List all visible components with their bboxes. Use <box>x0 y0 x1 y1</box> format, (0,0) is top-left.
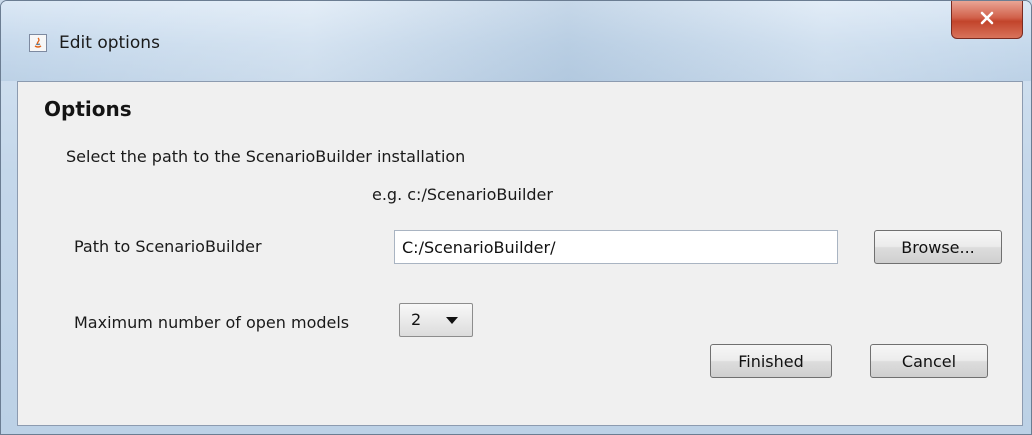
example-path-hint: e.g. c:/ScenarioBuilder <box>372 185 553 204</box>
title-bar[interactable]: Edit options <box>1 1 1031 81</box>
options-panel: Options Select the path to the ScenarioB… <box>17 81 1023 426</box>
window-title: Edit options <box>59 33 160 53</box>
java-app-icon <box>29 34 47 52</box>
chevron-down-icon <box>446 317 458 324</box>
options-heading: Options <box>44 97 132 121</box>
browse-button[interactable]: Browse... <box>874 230 1002 264</box>
instruction-text: Select the path to the ScenarioBuilder i… <box>66 147 466 166</box>
close-button[interactable] <box>951 1 1023 39</box>
max-models-value: 2 <box>411 310 422 329</box>
max-models-label: Maximum number of open models <box>74 313 350 332</box>
finished-button[interactable]: Finished <box>710 344 832 378</box>
max-models-dropdown[interactable]: 2 <box>399 303 473 337</box>
close-icon <box>979 10 995 29</box>
path-label: Path to ScenarioBuilder <box>74 237 262 256</box>
path-input[interactable] <box>394 230 838 264</box>
edit-options-window: Edit options Options Select the path to … <box>0 0 1032 435</box>
cancel-button[interactable]: Cancel <box>870 344 988 378</box>
